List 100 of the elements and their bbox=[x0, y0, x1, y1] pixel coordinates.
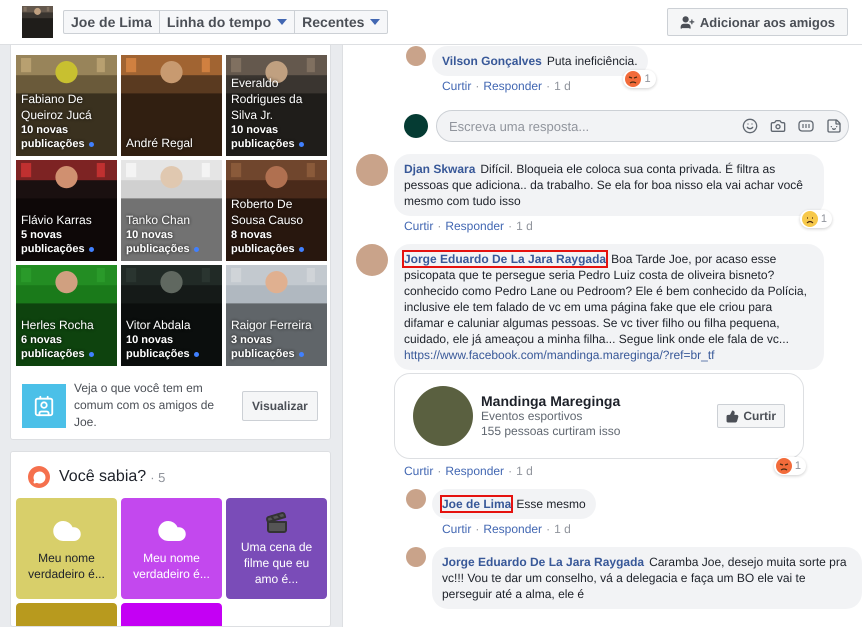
section-title: Você sabia? bbox=[59, 468, 146, 486]
camera-icon[interactable] bbox=[770, 118, 786, 134]
nav-tab[interactable]: Joe de Lima bbox=[64, 11, 159, 33]
avatar[interactable] bbox=[356, 154, 388, 186]
action-link[interactable]: Responder bbox=[445, 219, 504, 233]
clapperboard-icon bbox=[264, 510, 288, 534]
comment-author[interactable]: Vilson Gonçalves bbox=[440, 52, 544, 70]
comment-text: Jorge Eduardo De La Jara Raygada Caramba Joe, desejo muita sorte pra vc!!! Vou te dar um conselho, vá a delegacia e faça um BO ele vai te perseguir até a alma, ele é bbox=[442, 554, 848, 602]
new-dot-icon bbox=[88, 246, 94, 252]
post-count: 10 novas bbox=[231, 123, 280, 137]
post-label: publicações bbox=[126, 242, 190, 256]
separator: · bbox=[546, 522, 550, 536]
link-preview[interactable]: Mandinga Mareginga Eventos esportivos 155 pessoas curtiram isso Curtir bbox=[394, 373, 804, 459]
common-friends-text: Veja o que você tem em comum com os amigos de Joe. bbox=[74, 380, 216, 431]
post-label: publicações bbox=[21, 242, 85, 256]
friend-tile[interactable]: Raigor Ferreira 3 novas publicações bbox=[226, 265, 327, 366]
friend-name: Flávio Karras bbox=[21, 212, 93, 228]
reaction-count: 1 bbox=[644, 72, 651, 87]
comment-author[interactable]: Djan Skwara bbox=[402, 160, 478, 178]
view-button[interactable]: Visualizar bbox=[242, 390, 318, 420]
separator: · bbox=[508, 219, 512, 233]
friend-tile[interactable]: André Regal bbox=[121, 55, 222, 156]
avatar[interactable] bbox=[406, 547, 426, 567]
nav-tab[interactable]: Recentes bbox=[294, 11, 388, 33]
comment-time: 1 d bbox=[554, 79, 571, 93]
sticker-icon[interactable] bbox=[826, 118, 842, 134]
new-dot-icon bbox=[298, 246, 304, 252]
post-label: publicações bbox=[231, 137, 295, 151]
prompt-text: Meu nome verdadeiro é... bbox=[132, 550, 211, 582]
caret-icon bbox=[277, 19, 288, 25]
friend-tile[interactable]: Herles Rocha 6 novas publicações bbox=[16, 265, 117, 366]
prompt-card[interactable]: Meu nome verdadeiro é... bbox=[16, 498, 117, 599]
friend-name: Vitor Abdala bbox=[126, 317, 192, 333]
friend-tile[interactable]: Everaldo Rodrigues da Silva Jr. 10 novas publicações bbox=[226, 55, 327, 156]
new-dot-icon bbox=[194, 352, 199, 356]
user-avatar bbox=[404, 114, 428, 138]
profile-avatar[interactable] bbox=[22, 6, 53, 38]
avatar[interactable] bbox=[406, 489, 426, 509]
section-count: · 5 bbox=[150, 470, 166, 484]
like-button[interactable]: Curtir bbox=[717, 404, 785, 428]
page-category: Eventos esportivos bbox=[481, 409, 584, 424]
post-label: publicações bbox=[126, 347, 190, 361]
new-dot-icon bbox=[88, 352, 94, 356]
friend-tile[interactable]: Vitor Abdala 10 novas publicações bbox=[121, 265, 222, 366]
comment-author[interactable]: Jorge Eduardo De La Jara Raygada bbox=[440, 553, 646, 571]
reaction-count: 1 bbox=[794, 460, 801, 472]
separator: · bbox=[546, 79, 550, 93]
reply-box[interactable]: Escreva uma resposta... bbox=[436, 110, 849, 142]
angry-face-icon bbox=[625, 71, 642, 87]
action-link[interactable]: Curtir bbox=[404, 219, 434, 233]
separator: · bbox=[437, 219, 442, 233]
page-title: Mandinga Mareginga bbox=[481, 393, 620, 409]
comment-link[interactable]: https://www.facebook.com/mandinga.mareginga/?ref=br_tf bbox=[404, 347, 814, 363]
add-person-icon bbox=[680, 14, 695, 30]
post-count: 6 novas bbox=[21, 333, 63, 347]
avatar[interactable] bbox=[406, 46, 426, 66]
sad-face-icon bbox=[802, 211, 818, 227]
friend-name: Everaldo Rodrigues da Silva Jr. bbox=[231, 75, 304, 123]
post-label: publicações bbox=[231, 347, 295, 361]
friend-tile[interactable]: Flávio Karras 5 novas publicações bbox=[16, 160, 117, 261]
action-link[interactable]: Responder bbox=[483, 79, 542, 93]
thought-bubble-icon bbox=[28, 466, 50, 488]
action-link[interactable]: Responder bbox=[445, 464, 504, 478]
friend-tile[interactable]: Tanko Chan 10 novas publicações bbox=[121, 160, 222, 261]
prompt-card[interactable]: Meu nome verdadeiro é... bbox=[121, 498, 222, 599]
separator: · bbox=[475, 522, 480, 536]
nav-tab[interactable]: Linha do tempo bbox=[158, 11, 294, 33]
caret-icon bbox=[370, 19, 380, 25]
friend-tile[interactable]: Fabiano De Queiroz Jucá 10 novas publicações bbox=[16, 55, 117, 156]
avatar[interactable] bbox=[356, 244, 388, 276]
add-friend-button[interactable]: Adicionar aos amigos bbox=[666, 8, 848, 36]
comment-time: 1 d bbox=[516, 464, 533, 478]
post-count: 3 novas bbox=[231, 333, 273, 347]
emoji-icon[interactable] bbox=[742, 118, 758, 134]
friend-name: Roberto De Sousa Causo bbox=[231, 196, 304, 228]
friend-name: Fabiano De Queiroz Jucá bbox=[21, 91, 93, 123]
post-label: publicações bbox=[231, 242, 295, 256]
friend-tile[interactable]: Roberto De Sousa Causo 8 novas publicações bbox=[226, 160, 327, 261]
action-link[interactable]: Curtir bbox=[404, 464, 434, 478]
post-label: publicações bbox=[21, 137, 85, 151]
friend-name: Raigor Ferreira bbox=[231, 317, 313, 333]
separator: · bbox=[508, 464, 512, 478]
post-count: 10 novas bbox=[126, 228, 174, 242]
action-link[interactable]: Responder bbox=[483, 522, 542, 536]
prompt-text: Uma cena de filme que eu amo é... bbox=[240, 538, 314, 586]
friend-name: Herles Rocha bbox=[21, 317, 95, 333]
action-link[interactable]: Curtir bbox=[442, 79, 472, 93]
new-dot-icon bbox=[298, 142, 304, 146]
post-label: publicações bbox=[21, 347, 85, 361]
prompt-text: Meu nome verdadeiro é... bbox=[27, 550, 106, 582]
post-count: 8 novas bbox=[231, 228, 273, 242]
reaction-count: 1 bbox=[820, 212, 827, 227]
comment-time: 1 d bbox=[516, 219, 533, 233]
new-dot-icon bbox=[88, 142, 94, 146]
reply-field[interactable]: Escreva uma resposta... bbox=[447, 118, 742, 134]
friend-name: André Regal bbox=[126, 135, 194, 151]
separator: · bbox=[475, 79, 480, 93]
new-dot-icon bbox=[194, 246, 199, 252]
prompt-card[interactable]: Uma cena de filme que eu amo é... bbox=[226, 498, 327, 599]
action-link[interactable]: Curtir bbox=[442, 522, 472, 536]
